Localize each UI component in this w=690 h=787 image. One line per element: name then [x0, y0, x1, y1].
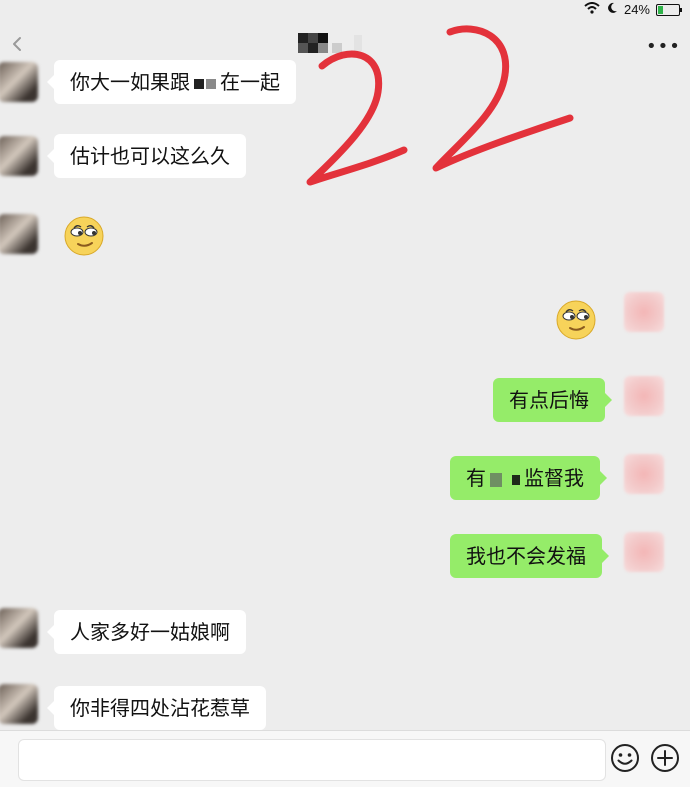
message-text: 人家多好一姑娘啊	[70, 620, 230, 644]
smirk-emoji	[64, 216, 104, 256]
redacted-block	[490, 472, 502, 487]
avatar-incoming[interactable]	[0, 684, 38, 724]
smirk-emoji	[556, 300, 596, 340]
message-bubble-incoming[interactable]: 估计也可以这么久	[47, 134, 246, 178]
wifi-icon	[584, 2, 600, 17]
more-dots-icon[interactable]: •••	[646, 36, 680, 57]
message-text: 估计也可以这么久	[70, 144, 230, 168]
chevron-left-icon[interactable]	[10, 36, 26, 52]
battery-percentage: 24%	[623, 2, 650, 17]
avatar-incoming[interactable]	[0, 62, 38, 102]
message-bubble-outgoing[interactable]: 我也不会发福	[450, 534, 609, 578]
status-indicators: 24%	[584, 2, 682, 17]
message-bubble-outgoing[interactable]: 有 监督我	[450, 456, 607, 500]
avatar-outgoing[interactable]	[624, 532, 664, 572]
message-input[interactable]	[18, 739, 606, 781]
moon-icon	[606, 2, 618, 17]
redacted-block	[206, 78, 216, 89]
message-text: 你大一如果跟	[70, 70, 190, 94]
message-text: 我也不会发福	[466, 544, 586, 568]
status-bar: 24%	[0, 0, 690, 22]
message-bubble-incoming[interactable]: 你大一如果跟 在一起	[47, 60, 296, 104]
emoji-icon[interactable]	[610, 743, 640, 773]
avatar-outgoing[interactable]	[624, 376, 664, 416]
avatar-outgoing[interactable]	[624, 292, 664, 332]
handwritten-annotation	[300, 22, 600, 202]
plus-icon[interactable]	[650, 743, 680, 773]
avatar-incoming[interactable]	[0, 608, 38, 648]
message-text: 在一起	[220, 70, 280, 94]
battery-charging-icon	[656, 3, 682, 16]
redacted-block	[194, 78, 204, 89]
message-bubble-incoming[interactable]: 你非得四处沾花惹草	[47, 686, 266, 730]
battery-level	[658, 5, 663, 14]
message-text: 监督我	[524, 466, 584, 490]
message-text: 有点后悔	[509, 388, 589, 412]
message-text: 你非得四处沾花惹草	[70, 696, 250, 720]
avatar-incoming[interactable]	[0, 136, 38, 176]
voice-icon[interactable]	[0, 747, 8, 769]
avatar-outgoing[interactable]	[624, 454, 664, 494]
input-bar	[0, 730, 690, 787]
message-bubble-outgoing[interactable]: 有点后悔	[493, 378, 612, 422]
redacted-block	[512, 474, 520, 485]
message-text: 有	[466, 466, 486, 490]
avatar-incoming[interactable]	[0, 214, 38, 254]
message-bubble-incoming[interactable]: 人家多好一姑娘啊	[47, 610, 246, 654]
